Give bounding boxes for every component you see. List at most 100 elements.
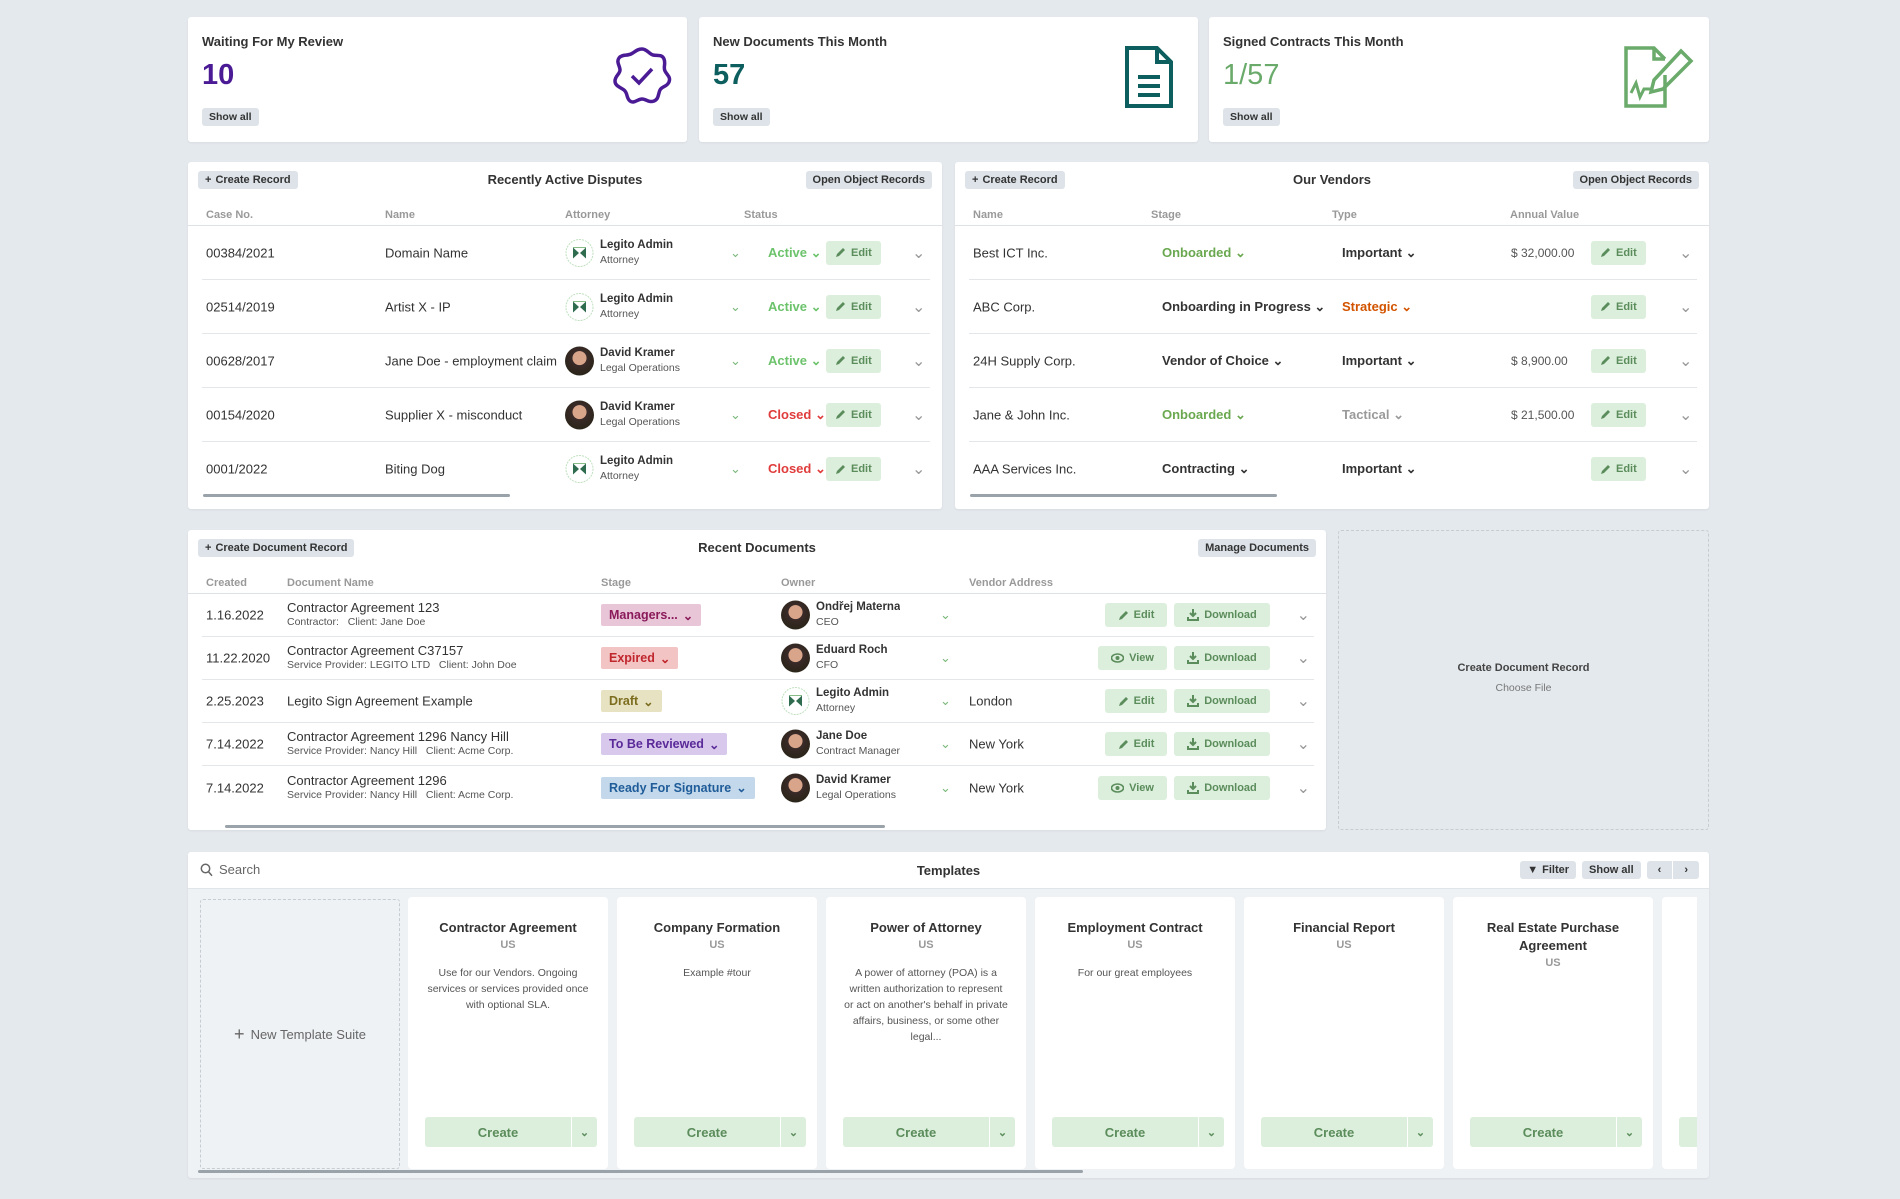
stage-dropdown[interactable]: Draft ⌄ <box>601 690 662 712</box>
status-dropdown[interactable]: Closed ⌄ <box>768 461 826 477</box>
create-button[interactable]: Create <box>1679 1117 1697 1147</box>
chevron-down-icon[interactable]: ⌄ <box>940 780 951 796</box>
create-button[interactable]: Create <box>1052 1117 1198 1147</box>
chevron-down-icon[interactable]: ⌄ <box>730 407 741 423</box>
document-name[interactable]: Contractor Agreement C37157 <box>287 643 517 658</box>
stage-dropdown[interactable]: Onboarded ⌄ <box>1162 245 1342 261</box>
edit-button[interactable]: Edit <box>1591 457 1646 481</box>
open-object-records-button[interactable]: Open Object Records <box>805 171 932 189</box>
chevron-down-icon[interactable]: ⌄ <box>1407 1117 1433 1147</box>
create-record-button[interactable]: + Create Record <box>198 171 298 189</box>
vendor-row[interactable]: ABC Corp. Onboarding in Progress ⌄ Strat… <box>969 280 1697 334</box>
type-dropdown[interactable]: Strategic ⌄ <box>1342 299 1412 315</box>
edit-button[interactable]: Edit <box>1591 240 1646 265</box>
stage-dropdown[interactable]: Onboarded ⌄ <box>1162 407 1342 423</box>
vendor-row[interactable]: AAA Services Inc. Contracting ⌄ Importan… <box>969 442 1697 496</box>
chevron-down-icon[interactable]: ⌄ <box>940 650 951 666</box>
manage-documents-button[interactable]: Manage Documents <box>1198 539 1316 557</box>
chevron-down-icon[interactable]: ⌄ <box>940 736 951 752</box>
edit-button[interactable]: Edit <box>826 294 881 319</box>
template-card[interactable]: Company Formation US Example #tour Creat… <box>617 897 817 1169</box>
create-button[interactable]: Create <box>843 1117 989 1147</box>
create-button[interactable]: Create <box>634 1117 780 1147</box>
template-card[interactable]: Real Estate Purchase Agreement US Create… <box>1453 897 1653 1169</box>
expand-chevron-icon[interactable]: ⌄ <box>1297 605 1310 625</box>
expand-chevron-icon[interactable]: ⌄ <box>1679 405 1692 425</box>
create-button[interactable]: Create <box>1261 1117 1407 1147</box>
download-button[interactable]: Download <box>1174 689 1270 713</box>
show-all-button[interactable]: Show all <box>713 108 770 126</box>
document-row[interactable]: 7.14.2022 Contractor Agreement 1296 Nanc… <box>202 723 1314 766</box>
show-all-button[interactable]: Show all <box>202 108 259 126</box>
document-name[interactable]: Contractor Agreement 1296 <box>287 773 513 788</box>
document-name[interactable]: Legito Sign Agreement Example <box>287 694 473 709</box>
chevron-down-icon[interactable]: ⌄ <box>1198 1117 1224 1147</box>
dispute-row[interactable]: 0001/2022 Biting Dog Legito Admin Attorne… <box>202 442 930 496</box>
edit-button[interactable]: Edit <box>1105 732 1167 756</box>
template-card[interactable]: Employment Contract US For our great emp… <box>1035 897 1235 1169</box>
dispute-row[interactable]: 00628/2017 Jane Doe - employment claim D… <box>202 334 930 388</box>
status-dropdown[interactable]: Active ⌄ <box>768 299 822 315</box>
expand-chevron-icon[interactable]: ⌄ <box>1679 243 1692 263</box>
template-card[interactable]: Power of Attorney US A power of attorney… <box>826 897 1026 1169</box>
edit-button[interactable]: Edit <box>1105 689 1167 713</box>
horizontal-scrollbar[interactable] <box>225 825 885 828</box>
document-row[interactable]: 2.25.2023 Legito Sign Agreement Example … <box>202 680 1314 723</box>
expand-chevron-icon[interactable]: ⌄ <box>1679 459 1692 479</box>
expand-chevron-icon[interactable]: ⌄ <box>1297 691 1310 711</box>
stage-dropdown[interactable]: To Be Reviewed ⌄ <box>601 733 728 755</box>
choose-file-link[interactable]: Choose File <box>1339 682 1708 694</box>
expand-chevron-icon[interactable]: ⌄ <box>1297 648 1310 668</box>
create-document-dropzone[interactable]: Create Document Record Choose File <box>1338 530 1709 830</box>
stage-dropdown[interactable]: Contracting ⌄ <box>1162 461 1342 477</box>
type-dropdown[interactable]: Important ⌄ <box>1342 461 1416 477</box>
horizontal-scrollbar[interactable] <box>203 494 510 497</box>
show-all-button[interactable]: Show all <box>1223 108 1280 126</box>
dispute-row[interactable]: 00384/2021 Domain Name Legito Admin Attor… <box>202 226 930 280</box>
edit-button[interactable]: Edit <box>826 240 881 265</box>
status-dropdown[interactable]: Active ⌄ <box>768 245 822 261</box>
chevron-down-icon[interactable]: ⌄ <box>730 245 741 261</box>
vendor-row[interactable]: 24H Supply Corp. Vendor of Choice ⌄ Impo… <box>969 334 1697 388</box>
document-row[interactable]: 1.16.2022 Contractor Agreement 123 Contra… <box>202 594 1314 637</box>
vendor-row[interactable]: Jane & John Inc. Onboarded ⌄ Tactical ⌄ … <box>969 388 1697 442</box>
chevron-down-icon[interactable]: ⌄ <box>780 1117 806 1147</box>
create-document-record-button[interactable]: + Create Document Record <box>198 539 355 557</box>
dispute-row[interactable]: 00154/2020 Supplier X - misconduct David… <box>202 388 930 442</box>
create-button[interactable]: Create <box>425 1117 571 1147</box>
edit-button[interactable]: Edit <box>1105 603 1167 627</box>
chevron-down-icon[interactable]: ⌄ <box>989 1117 1015 1147</box>
chevron-down-icon[interactable]: ⌄ <box>730 461 741 477</box>
download-button[interactable]: Download <box>1174 732 1270 756</box>
chevron-down-icon[interactable]: ⌄ <box>940 607 951 623</box>
type-dropdown[interactable]: Important ⌄ <box>1342 353 1416 369</box>
type-dropdown[interactable]: Tactical ⌄ <box>1342 407 1404 423</box>
horizontal-scrollbar[interactable] <box>970 494 1277 497</box>
stage-dropdown[interactable]: Ready For Signature ⌄ <box>601 776 755 799</box>
stage-dropdown[interactable]: Vendor of Choice ⌄ <box>1162 353 1342 369</box>
expand-chevron-icon[interactable]: ⌄ <box>1679 297 1692 317</box>
open-object-records-button[interactable]: Open Object Records <box>1572 171 1699 189</box>
dispute-row[interactable]: 02514/2019 Artist X - IP Legito Admin Att… <box>202 280 930 334</box>
expand-chevron-icon[interactable]: ⌄ <box>912 243 925 263</box>
stage-dropdown[interactable]: Managers... ⌄ <box>601 604 702 626</box>
chevron-down-icon[interactable]: ⌄ <box>571 1117 597 1147</box>
chevron-down-icon[interactable]: ⌄ <box>730 353 741 369</box>
view-button[interactable]: View <box>1098 775 1167 800</box>
expand-chevron-icon[interactable]: ⌄ <box>912 297 925 317</box>
document-name[interactable]: Contractor Agreement 1296 Nancy Hill <box>287 729 513 744</box>
download-button[interactable]: Download <box>1174 775 1270 800</box>
view-button[interactable]: View <box>1098 646 1167 670</box>
document-name[interactable]: Contractor Agreement 123 <box>287 600 439 615</box>
create-record-button[interactable]: + Create Record <box>965 171 1065 189</box>
template-card[interactable]: Contractor Agreement US Use for our Vend… <box>408 897 608 1169</box>
stage-dropdown[interactable]: Expired ⌄ <box>601 647 679 669</box>
template-card[interactable]: Financial Report US Create ⌄ <box>1244 897 1444 1169</box>
status-dropdown[interactable]: Closed ⌄ <box>768 407 826 423</box>
horizontal-scrollbar[interactable] <box>198 1170 1083 1173</box>
type-dropdown[interactable]: Important ⌄ <box>1342 245 1416 261</box>
expand-chevron-icon[interactable]: ⌄ <box>1297 734 1310 754</box>
expand-chevron-icon[interactable]: ⌄ <box>1679 351 1692 371</box>
edit-button[interactable]: Edit <box>826 457 881 481</box>
chevron-down-icon[interactable]: ⌄ <box>940 693 951 709</box>
